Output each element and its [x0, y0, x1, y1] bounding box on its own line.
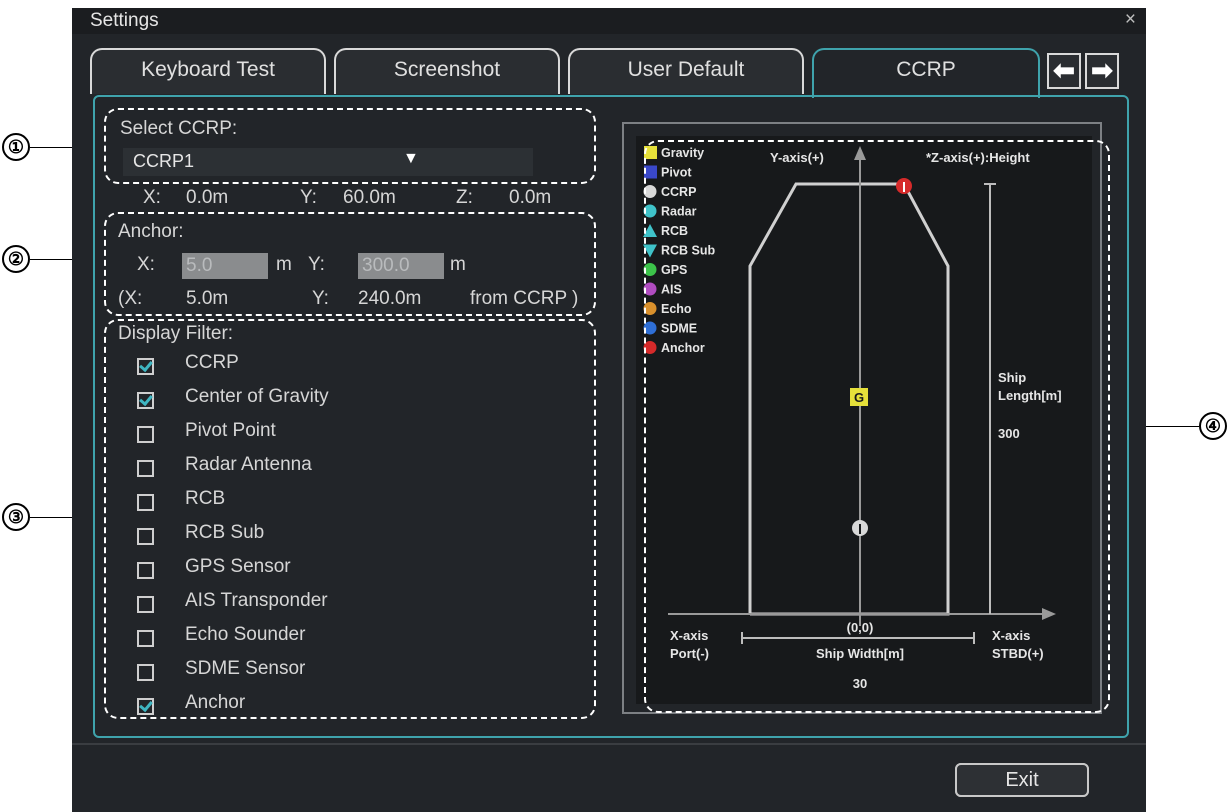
anchor-rel-y-label: Y:	[312, 288, 329, 309]
window-title: Settings	[90, 10, 159, 31]
callout-1: ①	[2, 133, 30, 161]
ccrp-z-value: 0.0m	[509, 187, 552, 208]
ccrp-y-label: Y:	[300, 187, 317, 208]
filter-checkbox[interactable]	[137, 698, 154, 715]
filter-checkbox[interactable]	[137, 460, 154, 477]
filter-checkbox[interactable]	[137, 392, 154, 409]
tab-screenshot[interactable]: Screenshot	[334, 48, 560, 94]
tab-ccrp[interactable]: CCRP	[812, 48, 1040, 98]
callout-2: ②	[2, 245, 30, 273]
filter-label: CCRP	[185, 352, 239, 373]
filter-label: Center of Gravity	[185, 386, 329, 407]
anchor-x-input[interactable]: 5.0	[182, 253, 268, 279]
anchor-y-input[interactable]: 300.0	[358, 253, 444, 279]
display-filter-section	[104, 319, 596, 719]
filter-checkbox[interactable]	[137, 596, 154, 613]
ccrp-dropdown[interactable]: CCRP1 ▼	[123, 148, 533, 176]
ccrp-x-value: 0.0m	[186, 187, 229, 208]
anchor-x-label: X:	[137, 254, 155, 275]
filter-checkbox[interactable]	[137, 494, 154, 511]
anchor-label: Anchor:	[118, 221, 184, 242]
anchor-rel-x: 5.0m	[186, 288, 229, 309]
filter-checkbox[interactable]	[137, 664, 154, 681]
filter-label: Radar Antenna	[185, 454, 312, 475]
ccrp-y-value: 60.0m	[343, 187, 396, 208]
filter-checkbox[interactable]	[137, 426, 154, 443]
exit-button-overlay[interactable]: Exit	[955, 763, 1089, 797]
filter-checkbox[interactable]	[137, 562, 154, 579]
tab-keyboard-test[interactable]: Keyboard Test	[90, 48, 326, 94]
anchor-rel-prefix: (X:	[118, 288, 143, 309]
display-filter-label: Display Filter:	[118, 323, 234, 344]
ccrp-z-label: Z:	[456, 187, 473, 208]
callout-4: ④	[1199, 412, 1227, 440]
footer-divider	[72, 743, 1146, 745]
tab-prev-arrow-icon[interactable]: ⬅	[1047, 53, 1081, 89]
tab-next-arrow-icon[interactable]: ➡	[1085, 53, 1119, 89]
anchor-x-unit: m	[276, 254, 292, 275]
filter-checkbox[interactable]	[137, 358, 154, 375]
close-icon[interactable]: ×	[1125, 9, 1136, 31]
filter-label: RCB Sub	[185, 522, 265, 543]
filter-label: Echo Sounder	[185, 624, 306, 645]
filter-label: Pivot Point	[185, 420, 276, 441]
filter-label: GPS Sensor	[185, 556, 291, 577]
filter-checkbox[interactable]	[137, 528, 154, 545]
anchor-y-unit: m	[450, 254, 466, 275]
select-ccrp-label: Select CCRP:	[120, 118, 238, 139]
callout-3: ③	[2, 503, 30, 531]
filter-label: Anchor	[185, 692, 246, 713]
ship-diagram-section	[644, 140, 1110, 713]
filter-label: RCB	[185, 488, 226, 509]
ccrp-x-label: X:	[143, 187, 161, 208]
anchor-y-label: Y:	[308, 254, 325, 275]
ccrp-dropdown-value: CCRP1	[133, 151, 195, 171]
anchor-rel-y: 240.0m	[358, 288, 422, 309]
filter-checkbox[interactable]	[137, 630, 154, 647]
title-bar: Settings ×	[72, 8, 1146, 34]
tab-user-default[interactable]: User Default	[568, 48, 804, 94]
triangle-down-icon: ▼	[403, 150, 419, 167]
filter-label: AIS Transponder	[185, 590, 328, 611]
anchor-rel-suffix: from CCRP )	[470, 288, 579, 309]
filter-label: SDME Sensor	[185, 658, 306, 679]
